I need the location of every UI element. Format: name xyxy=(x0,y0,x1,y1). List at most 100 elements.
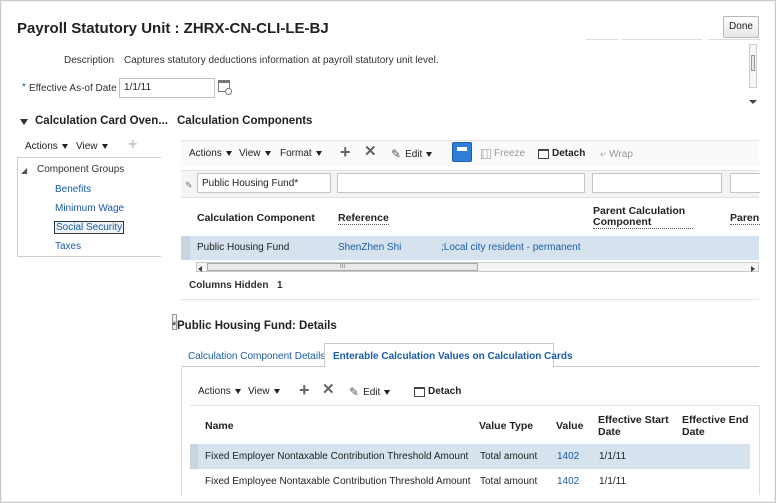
calendar-clock-icon xyxy=(225,88,232,95)
tab-calculation-component-details[interactable]: Calculation Component Details xyxy=(188,351,325,362)
required-marker: * xyxy=(22,82,26,93)
scroll-down-icon[interactable] xyxy=(749,100,757,104)
col-reference[interactable]: Reference xyxy=(338,212,389,225)
filter-clear-icon[interactable]: ✎ xyxy=(185,180,193,191)
cell-value-link[interactable]: 1402 xyxy=(557,451,579,462)
wrap-label: Wrap xyxy=(609,149,633,160)
overview-actions-label: Actions xyxy=(25,141,58,152)
col-effective-end[interactable]: Effective End Date xyxy=(682,414,750,438)
description-value: Captures statutory deductions informatio… xyxy=(124,55,439,66)
wrap-button: ⤶ Wrap xyxy=(600,148,633,161)
freeze-icon xyxy=(481,148,491,159)
col-parent-calculation-component[interactable]: Parent Calculation Component xyxy=(593,206,693,229)
components-title: Calculation Components xyxy=(177,115,313,127)
tabs-baseline-right xyxy=(554,366,759,367)
scroll-thumb[interactable] xyxy=(751,55,755,71)
header-scrollbar[interactable] xyxy=(749,44,757,88)
header-field-3 xyxy=(708,22,760,40)
components-edit-menu[interactable]: ✎ Edit xyxy=(391,147,433,161)
components-format-menu[interactable]: Format xyxy=(280,148,322,159)
overview-divider xyxy=(17,157,161,158)
wrap-icon: ⤶ xyxy=(600,148,607,160)
freeze-label: Freeze xyxy=(494,148,526,159)
edit-label: Edit xyxy=(405,148,423,160)
col-calculation-component[interactable]: Calculation Component xyxy=(197,212,315,224)
filter-parent2-input[interactable] xyxy=(730,173,760,193)
details-toolbar-divider xyxy=(190,405,759,406)
col-effective-start[interactable]: Effective Start Date xyxy=(598,414,670,438)
col-value[interactable]: Value xyxy=(556,420,583,432)
cell-start-date: 1/1/11 xyxy=(599,451,627,462)
add-icon[interactable]: + xyxy=(340,143,351,161)
cell-value-type: Total amount xyxy=(480,476,538,487)
caret-down-icon xyxy=(384,389,391,395)
overview-bottom-border xyxy=(17,256,161,257)
cell-value-type: Total amount xyxy=(480,451,538,462)
caret-down-icon xyxy=(426,151,433,157)
detach-label: Detach xyxy=(552,148,586,159)
details-actions-menu[interactable]: Actions xyxy=(198,386,241,397)
effective-date-input[interactable]: 1/1/11 xyxy=(119,78,215,98)
tree-item-benefits[interactable]: Benefits xyxy=(55,184,91,195)
overview-left-border xyxy=(17,157,18,257)
caret-down-icon xyxy=(315,151,322,156)
cell-reference-link[interactable]: ShenZhen Shi xyxy=(338,242,401,253)
caret-down-icon xyxy=(234,389,241,394)
query-by-example-icon[interactable] xyxy=(452,142,472,162)
header-field-2 xyxy=(622,22,702,40)
details-detach-button[interactable]: Detach xyxy=(414,386,461,397)
page-title: Payroll Statutory Unit : ZHRX-CN-CLI-LE-… xyxy=(17,20,329,37)
col-value-type[interactable]: Value Type xyxy=(479,420,533,432)
scroll-left-icon[interactable] xyxy=(198,264,202,275)
tree-item-taxes[interactable]: Taxes xyxy=(55,241,81,252)
cell-value-link[interactable]: 1402 xyxy=(557,476,579,487)
qbe-lines xyxy=(457,147,467,151)
cell-name: Fixed Employer Nontaxable Contribution T… xyxy=(205,451,469,462)
cell-component: Public Housing Fund xyxy=(197,242,290,253)
detach-icon xyxy=(414,386,425,397)
scroll-grip: III xyxy=(339,264,345,270)
col-parent-truncated[interactable]: Paren xyxy=(730,212,760,225)
delete-icon[interactable]: ✕ xyxy=(364,144,377,160)
tree-item-social-security[interactable]: Social Security xyxy=(54,221,125,234)
header-field-1 xyxy=(586,22,619,40)
cell-name: Fixed Employee Nontaxable Contribution T… xyxy=(205,476,471,487)
overview-actions-menu[interactable]: Actions xyxy=(25,141,68,152)
columns-hidden-value: 1 xyxy=(277,280,283,291)
horizontal-scroll-thumb[interactable]: III xyxy=(207,263,478,271)
components-actions-menu[interactable]: Actions xyxy=(189,148,232,159)
detach-label: Detach xyxy=(428,386,462,397)
caret-down-icon xyxy=(101,144,108,149)
details-edit-menu[interactable]: ✎ Edit xyxy=(349,385,391,399)
details-left-border xyxy=(181,366,182,496)
component-groups-node[interactable]: Component Groups xyxy=(37,164,124,175)
tree-item-minimum-wage[interactable]: Minimum Wage xyxy=(55,203,124,214)
tree-expand-icon[interactable]: ◢ xyxy=(21,166,27,175)
details-add-icon[interactable]: + xyxy=(299,381,310,399)
overview-title: Calculation Card Oven... xyxy=(35,115,168,127)
tab-enterable-values-label: Enterable Calculation Values on Calculat… xyxy=(333,351,573,362)
pencil-icon: ✎ xyxy=(349,385,360,399)
scroll-right-icon[interactable] xyxy=(751,264,755,275)
caret-down-icon xyxy=(264,151,271,156)
components-view-menu[interactable]: View xyxy=(239,148,271,159)
add-icon-disabled: + xyxy=(128,136,138,153)
actions-label: Actions xyxy=(198,386,231,397)
details-view-menu[interactable]: View xyxy=(248,386,280,397)
detach-button[interactable]: Detach xyxy=(538,148,585,159)
filter-reference-input[interactable] xyxy=(337,173,585,193)
edit-label: Edit xyxy=(363,386,381,398)
actions-label: Actions xyxy=(189,148,222,159)
cell-reference-extra: ;Local city resident - permanent xyxy=(441,242,581,253)
details-required-mark: * xyxy=(172,320,177,332)
caret-down-icon xyxy=(61,144,68,149)
detach-icon xyxy=(538,148,549,159)
overview-view-menu[interactable]: View xyxy=(76,141,108,152)
overview-collapse-icon[interactable] xyxy=(20,117,28,128)
effective-date-value: 1/1/11 xyxy=(124,82,152,93)
pencil-icon: ✎ xyxy=(391,147,402,161)
col-name[interactable]: Name xyxy=(205,420,234,432)
details-delete-icon[interactable]: ✕ xyxy=(322,382,335,398)
filter-component-input[interactable]: Public Housing Fund* xyxy=(197,173,331,193)
filter-parent-input[interactable] xyxy=(592,173,722,193)
